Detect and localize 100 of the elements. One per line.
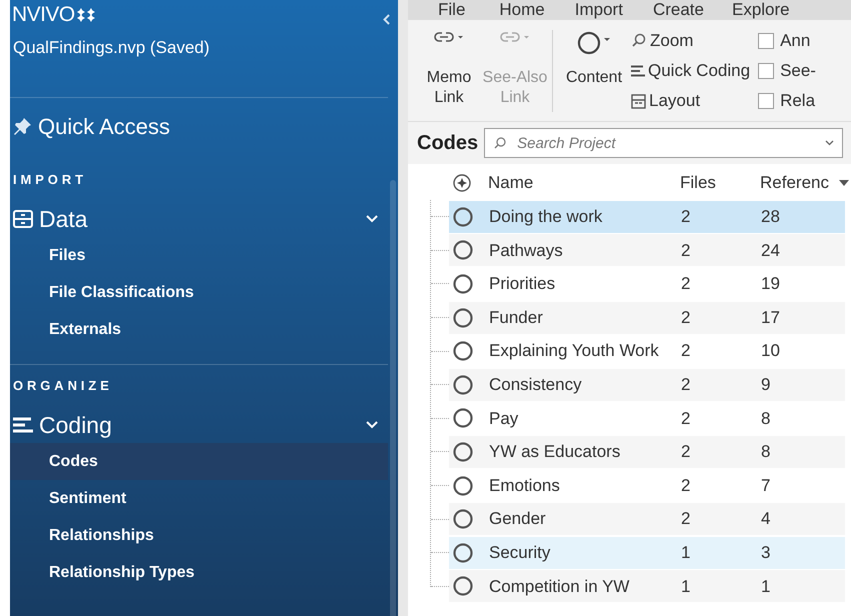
pin-icon <box>12 117 32 137</box>
chevron-icon[interactable] <box>366 421 378 429</box>
menu-tab[interactable]: Home <box>483 0 561 20</box>
table-cell-text: 7 <box>761 474 772 497</box>
quick-access-link[interactable]: Quick Access <box>38 113 170 141</box>
table-cell-text: 3 <box>761 542 772 564</box>
lines-icon <box>631 65 645 77</box>
table-row[interactable]: YW as Educators 2 8 <box>449 436 845 468</box>
table-row[interactable]: Doing the work 2 28 <box>449 200 845 233</box>
nav-item[interactable]: Files <box>10 237 388 274</box>
table-cell-text: 4 <box>761 508 772 530</box>
layout-icon <box>631 94 646 108</box>
table-row[interactable]: Gender 2 4 <box>449 503 845 536</box>
search-icon <box>494 137 506 149</box>
table-cell-text: 2 <box>681 306 692 329</box>
menu-tab[interactable]: Explore <box>720 0 802 20</box>
table-cell-text: 1 <box>681 576 692 598</box>
project-name: QualFindings.nvp (Saved) <box>12 37 211 59</box>
node-icon <box>452 542 474 564</box>
column-header[interactable]: Files <box>680 170 716 196</box>
table-cell-text: 9 <box>761 374 772 396</box>
menu-tab[interactable]: Import <box>560 0 637 20</box>
node-icon <box>452 575 474 598</box>
node-icon <box>452 440 474 463</box>
checkbox[interactable] <box>758 63 774 79</box>
table-cell-text: 2 <box>681 240 692 262</box>
table-row[interactable]: Funder 2 17 <box>449 302 845 334</box>
nav-item[interactable]: Relationship Types <box>10 554 388 591</box>
table-cell-text: 19 <box>761 273 781 296</box>
node-icon <box>452 206 474 228</box>
table-cell-text: 10 <box>761 340 781 362</box>
nav-item[interactable]: Relationships <box>10 517 388 554</box>
pane-title: Codes <box>417 131 478 156</box>
node-icon <box>452 306 474 329</box>
table-cell-text: Consistency <box>489 374 583 396</box>
checkbox-label: See- <box>780 60 816 82</box>
table-row[interactable]: Consistency 2 9 <box>449 368 845 401</box>
table-cell-text: Security <box>489 542 552 564</box>
table-cell-text: 2 <box>681 408 692 430</box>
scrollbar[interactable] <box>390 180 396 616</box>
menu-tab[interactable]: Create <box>636 0 720 20</box>
link-icon <box>500 30 530 44</box>
node-icon <box>452 407 474 430</box>
table-cell-text: Gender <box>489 508 547 530</box>
table-cell-text: Funder <box>489 306 544 329</box>
table-cell-text: 2 <box>681 206 692 228</box>
nav-item[interactable]: Codes <box>10 443 388 480</box>
nav-group-title[interactable]: Coding <box>39 411 112 439</box>
table-cell-text: 1 <box>761 576 772 598</box>
menu-tab[interactable]: File <box>408 0 484 20</box>
table-row[interactable]: Competition in YW 1 1 <box>449 570 845 602</box>
table-cell-text: 1 <box>681 542 692 564</box>
zoom-icon <box>631 33 647 49</box>
column-header[interactable]: Name <box>488 170 534 196</box>
chevron-icon[interactable] <box>366 215 378 223</box>
sort-arrow-icon[interactable] <box>838 180 849 186</box>
checkbox[interactable] <box>758 93 774 109</box>
table-cell-text: 2 <box>681 374 692 396</box>
table-cell-text: 2 <box>681 508 692 530</box>
table-cell-text: 2 <box>681 340 692 362</box>
table-cell-text: Emotions <box>489 474 561 497</box>
node-icon <box>452 239 474 262</box>
add-icon[interactable] <box>453 174 471 192</box>
lines-icon <box>13 417 33 433</box>
table-cell-text: 2 <box>681 273 692 296</box>
table-cell-text: Explaining Youth Work <box>489 340 660 362</box>
search-field[interactable]: Search Project <box>484 128 843 158</box>
node-icon <box>452 374 474 396</box>
ribbon-button[interactable]: Zoom <box>631 26 750 56</box>
column-header[interactable]: Referenc <box>760 170 829 196</box>
table-cell-text: Pay <box>489 408 520 430</box>
collapse-icon[interactable] <box>383 14 390 25</box>
node-icon <box>452 340 474 362</box>
table-cell-text: Priorities <box>489 273 556 296</box>
dropdown-icon[interactable] <box>825 140 834 146</box>
table-cell-text: 28 <box>761 206 781 228</box>
table-cell-text: YW as Educators <box>489 441 622 464</box>
logo-text: NVIVO <box>12 2 75 28</box>
link-button[interactable]: Memo Link <box>416 30 482 118</box>
drawer-icon <box>13 210 33 228</box>
nav-group-title[interactable]: Data <box>39 205 88 233</box>
circle-icon <box>577 30 611 56</box>
table-cell-text: Doing the work <box>489 206 604 228</box>
table-cell-text: 2 <box>681 474 692 497</box>
table-cell-text: 17 <box>761 306 781 329</box>
ribbon-button[interactable]: Quick Coding <box>631 56 750 86</box>
link-button: See-Also Link <box>482 30 548 118</box>
table-cell-text: 2 <box>681 441 692 464</box>
ribbon-button[interactable]: Layout <box>631 86 750 116</box>
content-button[interactable]: Content <box>557 30 631 118</box>
node-icon <box>452 508 474 530</box>
link-icon <box>434 30 464 44</box>
checkbox-label: Rela <box>780 90 816 112</box>
nav-item[interactable]: Sentiment <box>10 480 388 517</box>
nav-item[interactable]: Externals <box>10 311 388 348</box>
checkbox-label: Ann <box>780 30 810 52</box>
checkbox[interactable] <box>758 33 774 49</box>
table-row[interactable]: Pathways 2 24 <box>449 234 845 266</box>
table-row[interactable]: Security 1 3 <box>449 536 845 569</box>
nav-item[interactable]: File Classifications <box>10 274 388 311</box>
